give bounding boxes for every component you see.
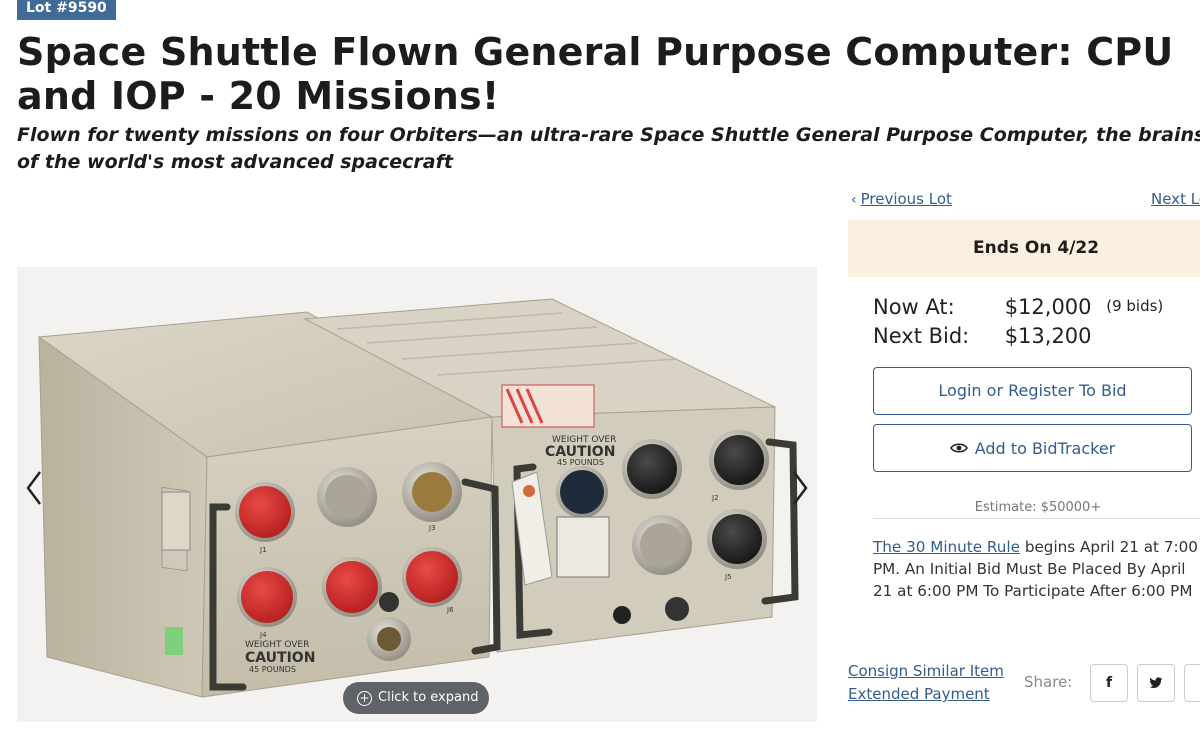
connector-label-j6: J6 (446, 606, 454, 614)
gallery-next-button[interactable] (790, 468, 812, 508)
title-line-2: and IOP - 20 Missions! (17, 74, 500, 118)
login-register-button[interactable]: Login or Register To Bid (873, 367, 1192, 415)
twitter-icon (1149, 677, 1163, 688)
consign-similar-item-link[interactable]: Consign Similar Item (848, 660, 1004, 683)
gallery-prev-button[interactable] (24, 468, 46, 508)
chevron-right-icon (793, 471, 808, 505)
thirty-minute-rule-notice: The 30 Minute Rule begins April 21 at 7:… (873, 536, 1200, 602)
chevron-left-icon: ‹ (851, 192, 857, 208)
weight-label-left: WEIGHT OVER (245, 640, 309, 650)
expand-label: Click to expand (378, 690, 479, 705)
thirty-minute-rule-link[interactable]: The 30 Minute Rule (873, 538, 1020, 556)
connector-label-j1: J1 (259, 546, 267, 554)
current-bid-row: Now At: $12,000 (9 bids) (873, 295, 1163, 319)
lot-number-badge: Lot #9590 (17, 0, 116, 20)
click-to-expand-button[interactable]: + Click to expand (343, 682, 489, 714)
previous-lot-link[interactable]: ‹ Previous Lot (851, 190, 952, 208)
auction-end-banner: Ends On 4/22 (848, 220, 1200, 277)
estimate-text: Estimate: $50000+ (974, 500, 1102, 515)
lot-photo[interactable]: WEIGHT OVER CAUTION 45 POUNDS WEIGHT OVE… (17, 267, 817, 722)
divider (873, 518, 1200, 519)
bid-count: (9 bids) (1106, 297, 1164, 315)
connector-label-j3: J3 (428, 524, 436, 532)
share-twitter-button[interactable] (1137, 664, 1175, 702)
now-at-value: $12,000 (1004, 295, 1092, 319)
eye-icon (949, 443, 968, 453)
bidtracker-label: Add to BidTracker (974, 438, 1116, 458)
next-lot-link[interactable]: Next Lot (1151, 190, 1200, 208)
previous-lot-label[interactable]: Previous Lot (861, 190, 952, 208)
title-line-1: Space Shuttle Flown General Purpose Comp… (17, 30, 1174, 74)
next-bid-label: Next Bid: (873, 324, 970, 348)
share-label: Share: (1024, 673, 1073, 691)
share-facebook-button[interactable]: f (1090, 664, 1128, 702)
connector-label-j5: J5 (724, 573, 732, 581)
now-at-label: Now At: (873, 295, 955, 319)
subtitle-line-2: of the world's most advanced spacecraft (17, 151, 453, 173)
share-email-button[interactable] (1184, 664, 1200, 702)
lot-links: Consign Similar Item Extended Payment (848, 660, 1004, 706)
add-to-bidtracker-button[interactable]: Add to BidTracker (873, 424, 1192, 472)
connector-label-j2: J2 (711, 494, 719, 502)
subtitle-line-1: Flown for twenty missions on four Orbite… (17, 124, 1200, 146)
pounds-label-left: 45 POUNDS (249, 665, 296, 674)
plus-circle-icon: + (357, 690, 372, 706)
chevron-left-icon (26, 471, 41, 505)
page-subtitle: Flown for twenty missions on four Orbite… (17, 122, 1200, 176)
connector-label-j4: J4 (259, 631, 267, 639)
next-lot-label[interactable]: Next Lot (1151, 190, 1200, 208)
page-title: Space Shuttle Flown General Purpose Comp… (17, 30, 1187, 118)
next-bid-value: $13,200 (1004, 324, 1092, 348)
next-bid-row: Next Bid: $13,200 (873, 324, 1092, 348)
pounds-label-right: 45 POUNDS (557, 458, 604, 467)
computer-units-image: WEIGHT OVER CAUTION 45 POUNDS WEIGHT OVE… (37, 298, 799, 698)
caution-label-left: CAUTION (245, 650, 315, 666)
extended-payment-link[interactable]: Extended Payment (848, 683, 1004, 706)
facebook-icon: f (1105, 675, 1113, 691)
